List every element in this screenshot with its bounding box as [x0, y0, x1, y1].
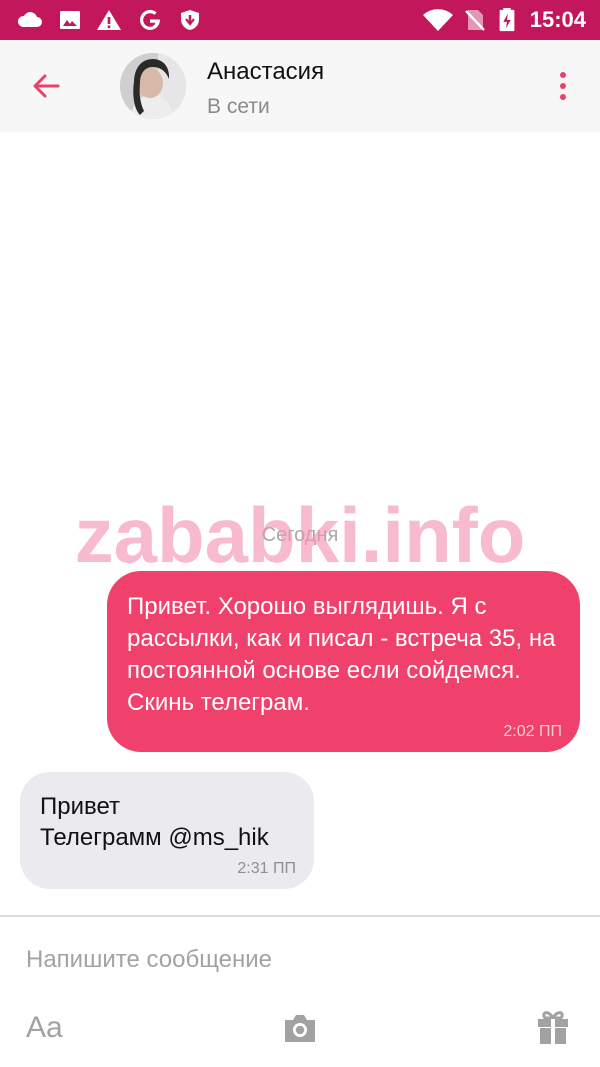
date-separator: Сегодня — [261, 524, 339, 546]
more-vertical-icon[interactable] — [548, 68, 578, 104]
message-input[interactable] — [26, 941, 576, 979]
camera-icon[interactable] — [282, 1011, 318, 1045]
gift-icon[interactable] — [536, 1009, 570, 1045]
cloud-icon — [17, 12, 42, 27]
warning-icon — [97, 10, 121, 30]
message-time: 2:31 ПП — [237, 860, 296, 877]
contact-name[interactable]: Анастасия — [207, 58, 324, 86]
incoming-message-bubble[interactable]: Привет Телеграмм @ms_hik 2:31 ПП — [20, 772, 314, 889]
chat-header: Анастасия В сети — [0, 40, 600, 132]
back-arrow-icon[interactable] — [26, 66, 66, 106]
shield-icon — [181, 10, 199, 30]
no-sim-icon — [465, 10, 485, 31]
message-composer: Aa — [0, 915, 600, 1067]
message-text: Привет Телеграмм @ms_hik — [40, 793, 269, 851]
message-list[interactable]: Сегодня zababki.info Привет. Хорошо выгл… — [0, 132, 600, 915]
image-icon — [60, 11, 80, 29]
outgoing-message-bubble[interactable]: Привет. Хорошо выглядишь. Я с рассылки, … — [107, 571, 580, 752]
avatar-photo — [120, 53, 186, 119]
status-bar: 15:04 — [0, 0, 600, 40]
battery-charging-icon — [499, 8, 515, 32]
contact-status: В сети — [207, 95, 270, 118]
google-icon — [140, 9, 160, 30]
message-time: 2:02 ПП — [503, 723, 562, 740]
clock: 15:04 — [529, 7, 586, 32]
text-format-button[interactable]: Aa — [26, 1011, 63, 1045]
wifi-icon — [423, 9, 453, 31]
message-text: Привет. Хорошо выглядишь. Я с рассылки, … — [127, 593, 556, 716]
avatar[interactable] — [120, 53, 186, 119]
